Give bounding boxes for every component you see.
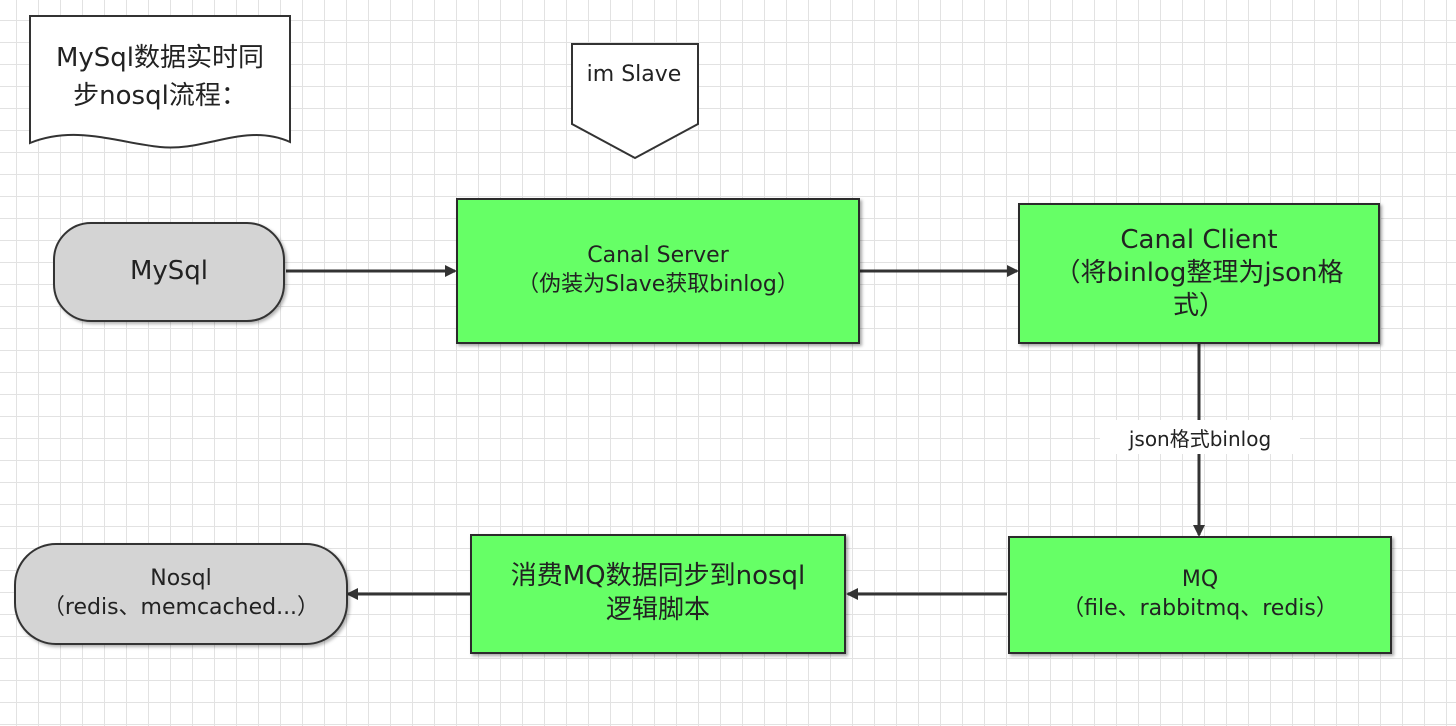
diagram-canvas: MySql数据实时同 步nosql流程： im Slave MySql Cana… <box>0 0 1456 726</box>
title-note: MySql数据实时同 步nosql流程： <box>32 40 288 115</box>
title-note-line1: MySql数据实时同 <box>55 43 265 73</box>
canal-client-subtitle-1: （将binlog整理为json格 <box>1054 257 1344 288</box>
consumer-script-node: 消费MQ数据同步到nosql 逻辑脚本 <box>470 534 846 654</box>
title-note-line2: 步nosql流程： <box>73 80 247 111</box>
canal-client-node: Canal Client （将binlog整理为json格 式） <box>1018 203 1380 344</box>
mysql-node: MySql <box>53 222 285 322</box>
consumer-script-line2: 逻辑脚本 <box>605 595 710 625</box>
canal-client-subtitle-2: 式） <box>1172 291 1225 322</box>
mq-node: MQ （file、rabbitmq、redis） <box>1008 536 1392 654</box>
canal-server-node: Canal Server （伪装为Slave获取binlog） <box>456 198 860 344</box>
consumer-script-line1: 消费MQ数据同步到nosql <box>510 561 806 592</box>
canal-server-title: Canal Server <box>587 243 729 269</box>
edge-label-json-binlog: json格式binlog <box>1100 420 1300 454</box>
nosql-node: Nosql （redis、memcached...） <box>14 543 348 645</box>
mysql-label: MySql <box>129 256 209 287</box>
nosql-title: Nosql <box>150 566 212 592</box>
canal-server-subtitle: （伪装为Slave获取binlog） <box>517 272 799 297</box>
nosql-subtitle: （redis、memcached...） <box>42 595 320 620</box>
mq-title: MQ <box>1181 567 1219 593</box>
callout-label: im Slave <box>586 62 682 87</box>
mq-subtitle: （file、rabbitmq、redis） <box>1062 596 1338 621</box>
canal-client-title: Canal Client <box>1120 224 1278 255</box>
